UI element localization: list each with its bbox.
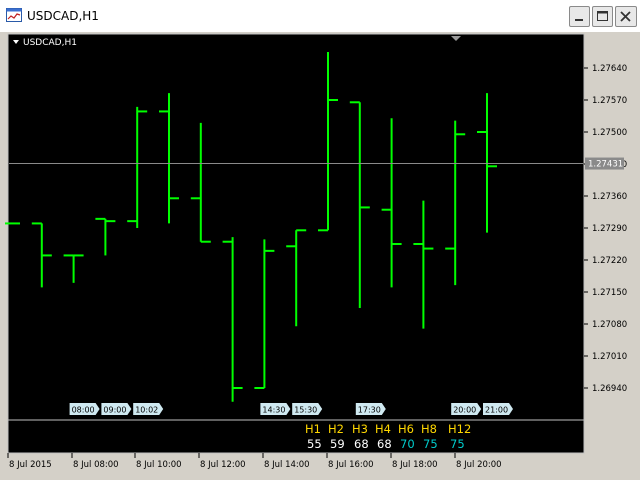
time-tick-label: 8 Jul 14:00 [264, 460, 310, 470]
indicator-value: 68 [354, 437, 369, 451]
session-tag: 09:00 [101, 403, 132, 415]
session-tag-label: 10:02 [135, 406, 158, 415]
time-tick-label: 8 Jul 2015 [9, 460, 52, 470]
session-tag: 21:00 [483, 403, 513, 415]
price-tick-label: 1.27500 [592, 128, 627, 138]
indicator-value: 68 [377, 437, 392, 451]
price-tick-label: 1.27220 [592, 256, 627, 266]
time-tick-label: 8 Jul 18:00 [392, 460, 438, 470]
time-tick-label: 8 Jul 16:00 [328, 460, 374, 470]
chart-symbol-label: USDCAD,H1 [23, 38, 77, 48]
maximize-button[interactable] [592, 6, 613, 27]
price-tick-label: 1.27640 [592, 64, 627, 74]
indicator-panel [7, 419, 585, 454]
price-tick-label: 1.27290 [592, 224, 627, 234]
indicator-header: H12 [448, 422, 471, 436]
close-icon [620, 11, 631, 22]
session-tag-label: 20:00 [453, 406, 476, 415]
maximize-icon [597, 11, 608, 21]
chart-frame: USDCAD,H1 1.276401.275701.275001.274301.… [5, 32, 635, 475]
price-panel [7, 33, 585, 421]
minimize-button[interactable] [569, 6, 590, 27]
time-tick-label: 8 Jul 12:00 [200, 460, 246, 470]
indicator-header: H3 [352, 422, 368, 436]
chart-canvas[interactable]: USDCAD,H1 1.276401.275701.275001.274301.… [5, 32, 635, 475]
time-tick-label: 8 Jul 10:00 [136, 460, 182, 470]
time-tick-label: 8 Jul 08:00 [73, 460, 119, 470]
indicator-header: H4 [375, 422, 391, 436]
price-tick-label: 1.27150 [592, 288, 627, 298]
indicator-value: 75 [423, 437, 438, 451]
indicator-header: H8 [421, 422, 437, 436]
session-tag-label: 09:00 [103, 406, 126, 415]
indicator-value: 55 [307, 437, 322, 451]
price-tick-label: 1.27010 [592, 352, 627, 362]
session-tag-label: 21:00 [485, 406, 508, 415]
price-tick-label: 1.26940 [592, 384, 627, 394]
session-tag-label: 15:30 [294, 406, 317, 415]
indicator-value: 70 [400, 437, 415, 451]
price-tick-label: 1.27080 [592, 320, 627, 330]
price-tick-label: 1.27570 [592, 96, 627, 106]
session-tag: 10:02 [133, 403, 164, 415]
session-tag: 17:30 [355, 403, 386, 415]
price-axis: 1.276401.275701.275001.274301.273601.272… [584, 64, 627, 394]
session-tag: 08:00 [69, 403, 100, 415]
chart-window-icon [6, 8, 22, 22]
window-titlebar[interactable]: USDCAD,H1 [0, 0, 640, 32]
indicator-header: H6 [398, 422, 414, 436]
minimize-icon [575, 19, 583, 21]
current-price-label: 1.27431 [588, 160, 623, 170]
session-tag-label: 08:00 [72, 406, 95, 415]
indicator-header: H1 [305, 422, 321, 436]
window-title: USDCAD,H1 [27, 9, 99, 23]
close-button[interactable] [615, 6, 637, 27]
indicator-header: H2 [328, 422, 344, 436]
indicator-value: 59 [330, 437, 345, 451]
indicator-value: 75 [450, 437, 465, 451]
session-tag-label: 17:30 [358, 406, 381, 415]
session-tag: 15:30 [292, 403, 323, 415]
time-axis: 8 Jul 2015 8 Jul 08:00 8 Jul 10:00 8 Jul 12… [7, 453, 502, 470]
session-tag-label: 14:30 [262, 406, 285, 415]
time-tick-label: 8 Jul 20:00 [456, 460, 502, 470]
session-tag: 14:30 [260, 403, 291, 415]
session-tag: 20:00 [451, 403, 482, 415]
price-tick-label: 1.27360 [592, 192, 627, 202]
